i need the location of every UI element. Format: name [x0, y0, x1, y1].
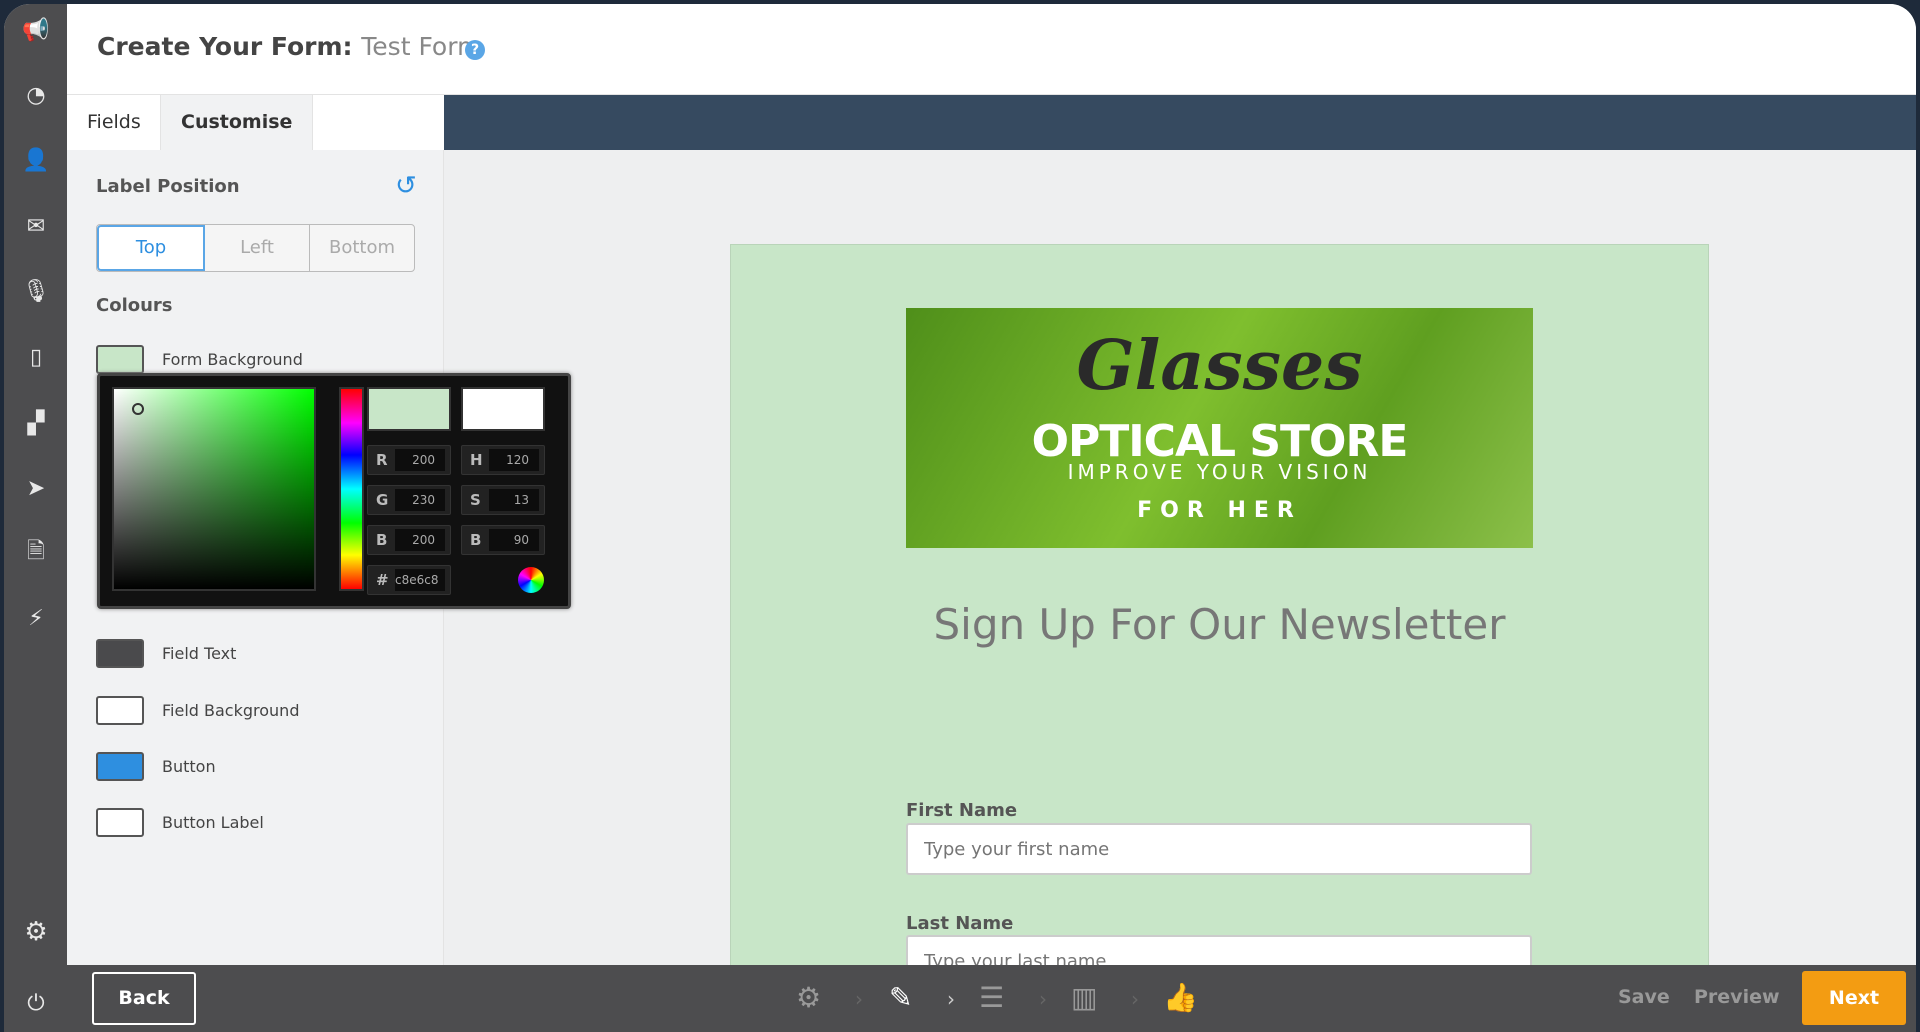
settings-gear-icon[interactable]: ⚙	[20, 916, 52, 948]
page-title: Create Your Form: Test Form	[97, 32, 481, 61]
form-name: Test Form	[361, 32, 482, 61]
red-key: R	[376, 451, 388, 469]
hue-key: H	[470, 451, 483, 469]
colour-label: Field Text	[162, 643, 237, 663]
green-value[interactable]: 230	[395, 489, 445, 511]
send-icon[interactable]: ➤	[20, 472, 52, 504]
colour-form-background[interactable]: Form Background	[96, 344, 303, 374]
bottom-bar: Back ⚙ › ✎ › ☰ › ▥ › 👍 Save Preview Next	[67, 965, 1916, 1032]
hue-field[interactable]: H 120	[461, 445, 545, 475]
megaphone-logo-icon[interactable]: 📢	[20, 14, 52, 46]
colour-swatch[interactable]	[96, 638, 144, 668]
color-picker: R 200 G 230 B 200 H 120 S 13 B 90 # c8e6c8	[97, 373, 571, 609]
hex-field[interactable]: # c8e6c8	[367, 565, 451, 595]
banner-sub: FOR HER	[1137, 498, 1302, 523]
brightness-key: B	[470, 531, 482, 549]
saturation-value[interactable]: 13	[489, 489, 539, 511]
colours-heading: Colours	[96, 295, 173, 316]
label-position-top[interactable]: Top	[97, 225, 205, 271]
first-name-label: First Name	[906, 800, 1018, 821]
lightning-icon[interactable]: ⚡	[20, 602, 52, 634]
colour-button[interactable]: Button	[96, 751, 216, 781]
dashboard-icon[interactable]: ◔	[20, 79, 52, 111]
help-icon[interactable]: ?	[465, 40, 485, 60]
chevron-right-icon: ›	[1131, 987, 1139, 1011]
colour-swatch[interactable]	[96, 751, 144, 781]
app-window: 📢 ◔ 👤 ✉ 🎙 ▯ ▞ ➤ 🗎 ⚡ ⚙ ⏻ Create Your Form…	[4, 4, 1916, 1032]
brightness-value[interactable]: 90	[489, 529, 539, 551]
color-wheel-icon[interactable]	[518, 567, 544, 593]
reset-icon[interactable]: ↺	[395, 171, 417, 201]
tabs: Fields Customise	[67, 95, 444, 150]
microphone-icon[interactable]: 🎙	[20, 275, 52, 307]
user-settings-icon[interactable]: 👤	[20, 144, 52, 176]
power-icon[interactable]: ⏻	[20, 987, 52, 1019]
blue-value[interactable]: 200	[395, 529, 445, 551]
first-name-input[interactable]	[906, 823, 1532, 875]
preview-toolbar	[444, 95, 1916, 150]
hue-value[interactable]: 120	[489, 449, 539, 471]
hex-key: #	[376, 571, 389, 589]
mobile-icon[interactable]: ▯	[20, 341, 52, 373]
header: Create Your Form: Test Form ?	[67, 4, 1916, 95]
colour-field-background[interactable]: Field Background	[96, 695, 299, 725]
colour-label: Button Label	[162, 812, 264, 832]
colour-label: Field Background	[162, 700, 300, 720]
new-color-preview	[367, 387, 451, 431]
last-name-label: Last Name	[906, 913, 1014, 934]
mail-icon[interactable]: ✉	[20, 210, 52, 242]
green-field[interactable]: G 230	[367, 485, 451, 515]
banner-script: Glasses	[1076, 326, 1363, 406]
next-button[interactable]: Next	[1802, 971, 1906, 1025]
step-settings-icon[interactable]: ⚙	[796, 981, 821, 1014]
form-card: Glasses OPTICAL STORE IMPROVE YOUR VISIO…	[730, 244, 1709, 965]
preview-button[interactable]: Preview	[1694, 986, 1780, 1008]
title-prefix: Create Your Form:	[97, 32, 353, 61]
colour-label: Button	[162, 756, 216, 776]
chevron-right-icon: ›	[947, 987, 955, 1011]
step-list-icon[interactable]: ☰	[979, 981, 1004, 1014]
chevron-right-icon: ›	[1039, 987, 1047, 1011]
banner-tagline: IMPROVE YOUR VISION	[1067, 460, 1372, 484]
green-key: G	[376, 491, 389, 509]
colour-swatch[interactable]	[96, 344, 144, 374]
brightness-field[interactable]: B 90	[461, 525, 545, 555]
step-design-icon[interactable]: ✎	[889, 981, 912, 1014]
step-thumbs-up-icon[interactable]: 👍	[1163, 981, 1198, 1014]
sidebar: 📢 ◔ 👤 ✉ 🎙 ▯ ▞ ➤ 🗎 ⚡ ⚙ ⏻	[4, 4, 67, 1032]
blue-key: B	[376, 531, 388, 549]
saturation-field[interactable]: S 13	[461, 485, 545, 515]
tab-customise[interactable]: Customise	[160, 95, 314, 150]
colour-button-label[interactable]: Button Label	[96, 807, 264, 837]
colour-swatch[interactable]	[96, 807, 144, 837]
banner-image: Glasses OPTICAL STORE IMPROVE YOUR VISIO…	[906, 308, 1533, 548]
hex-value[interactable]: c8e6c8	[395, 569, 445, 591]
label-position-heading: Label Position	[96, 176, 240, 197]
red-field[interactable]: R 200	[367, 445, 451, 475]
current-color-preview	[461, 387, 545, 431]
colour-swatch[interactable]	[96, 695, 144, 725]
label-position-selector: Top Left Bottom	[96, 224, 415, 272]
saturation-brightness-area[interactable]	[112, 387, 316, 591]
form-headline: Sign Up For Our Newsletter	[933, 600, 1506, 649]
sitemap-icon[interactable]: ▞	[20, 407, 52, 439]
red-value[interactable]: 200	[395, 449, 445, 471]
label-position-left[interactable]: Left	[205, 225, 310, 271]
hue-slider[interactable]	[339, 387, 364, 591]
colour-field-text[interactable]: Field Text	[96, 638, 236, 668]
chevron-right-icon: ›	[855, 987, 863, 1011]
saturation-key: S	[470, 491, 481, 509]
blue-field[interactable]: B 200	[367, 525, 451, 555]
tab-fields[interactable]: Fields	[67, 95, 161, 150]
colour-label: Form Background	[162, 349, 303, 369]
picker-handle[interactable]	[132, 403, 144, 415]
last-name-input[interactable]	[906, 935, 1532, 965]
document-settings-icon[interactable]: 🗎	[20, 537, 52, 569]
step-options-icon[interactable]: ▥	[1071, 981, 1097, 1014]
label-position-bottom[interactable]: Bottom	[310, 225, 414, 271]
back-button[interactable]: Back	[92, 972, 196, 1025]
form-preview-area: Glasses OPTICAL STORE IMPROVE YOUR VISIO…	[444, 150, 1916, 965]
save-button[interactable]: Save	[1618, 986, 1670, 1008]
